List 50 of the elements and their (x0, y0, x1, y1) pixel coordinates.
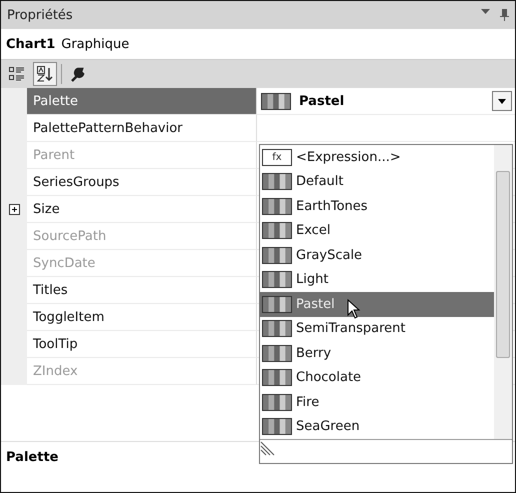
palette-swatch-icon (262, 173, 292, 190)
property-name[interactable]: Titles (27, 277, 257, 304)
sort-az-icon (37, 66, 53, 82)
palette-swatch-icon (262, 296, 292, 313)
property-name[interactable]: Palette (27, 88, 257, 115)
palette-swatch-icon (262, 418, 292, 436)
dropdown-item[interactable]: fx <Expression...> (260, 145, 494, 170)
dropdown-item[interactable]: Light (260, 268, 494, 292)
caret-icon (498, 98, 506, 104)
dropdown-item[interactable]: Berry (260, 341, 494, 366)
dropdown-item[interactable]: GrayScale (260, 243, 494, 268)
toolbar-button[interactable] (33, 62, 57, 86)
description-title: Palette (6, 450, 58, 465)
property-name[interactable]: SeriesGroups (27, 169, 257, 196)
dropdown-item[interactable]: Chocolate (260, 366, 494, 390)
pin-icon[interactable] (500, 9, 509, 21)
scrollbar-thumb[interactable] (496, 171, 510, 358)
property-name[interactable]: ToggleItem (27, 304, 257, 331)
window-title: Propriétés (7, 8, 73, 22)
dropdown-item[interactable]: SeaGreen (260, 414, 494, 439)
wrench-icon (70, 66, 86, 82)
property-name[interactable]: Size (27, 196, 257, 223)
function-icon: fx (262, 148, 292, 166)
palette-swatch-icon (262, 222, 292, 240)
palette-swatch-icon (262, 394, 292, 411)
property-name[interactable]: ToolTip (27, 331, 257, 358)
palette-swatch-icon (262, 246, 292, 264)
palette-swatch-icon (262, 271, 292, 288)
dropdown-arrow-icon[interactable] (481, 9, 490, 14)
property-name[interactable]: PalettePatternBehavior (27, 115, 257, 142)
palette-swatch-icon (262, 198, 292, 215)
expand-icon[interactable] (8, 204, 20, 215)
object-type: Graphique (61, 36, 130, 52)
object-name: Chart1 (6, 36, 56, 52)
dropdown-button[interactable] (492, 91, 512, 111)
dropdown-item[interactable]: SemiTransparent (260, 316, 494, 341)
palette-swatch-icon (262, 320, 292, 338)
cursor-icon (346, 299, 361, 320)
dropdown-item[interactable]: Default (260, 170, 494, 194)
resize-grip-icon[interactable] (260, 440, 276, 456)
palette-swatch-icon (262, 344, 292, 362)
dropdown-item[interactable]: Pastel (260, 292, 494, 316)
categorized-list-icon (9, 67, 25, 81)
palette-swatch-icon (262, 369, 292, 386)
dropdown-item[interactable]: Excel (260, 218, 494, 243)
palette-swatch-icon (261, 92, 291, 110)
dropdown-item[interactable]: Fire (260, 390, 494, 414)
scrollbar[interactable] (494, 145, 512, 439)
property-value: Pastel (299, 94, 344, 108)
dropdown-item[interactable]: EarthTones (260, 194, 494, 218)
